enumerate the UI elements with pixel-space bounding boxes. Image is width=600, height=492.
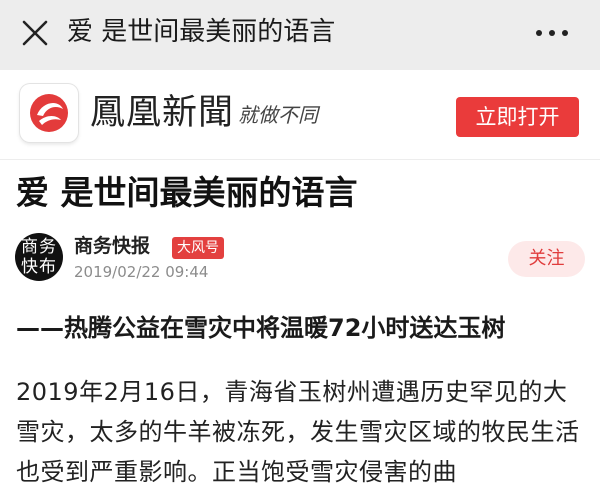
page-title: 爱 是世间最美丽的语言 — [67, 17, 336, 47]
follow-button[interactable]: 关注 — [508, 241, 585, 277]
avatar-text-line2: 快布 — [21, 257, 57, 277]
brand-slogan: 就做不同 — [238, 103, 318, 127]
open-app-button[interactable]: 立即打开 — [456, 97, 579, 137]
more-dots-icon[interactable] — [532, 28, 572, 40]
article-body: 2019年2月16日，青海省玉树州遭遇历史罕见的大雪灾，太多的牛羊被冻死，发生雪… — [16, 378, 580, 486]
article-subtitle: ——热腾公益在雪灾中将温暖72小时送达玉树 — [16, 314, 506, 342]
avatar-text-line1: 商务 — [21, 237, 57, 257]
close-icon[interactable] — [20, 18, 50, 48]
app-promo-banner: 鳳凰新聞 就做不同 立即打开 — [0, 70, 600, 160]
phoenix-logo-icon — [20, 84, 78, 142]
top-navigation-bar: 爱 是世间最美丽的语言 — [0, 0, 600, 70]
author-badge: 大风号 — [172, 237, 224, 259]
brand-name: 鳳凰新聞 — [90, 93, 235, 133]
author-name[interactable]: 商务快报 — [74, 233, 150, 259]
author-avatar[interactable]: 商务 快布 — [15, 233, 63, 281]
article-title: 爱 是世间最美丽的语言 — [16, 173, 358, 212]
post-date: 2019/02/22 09:44 — [74, 263, 209, 281]
